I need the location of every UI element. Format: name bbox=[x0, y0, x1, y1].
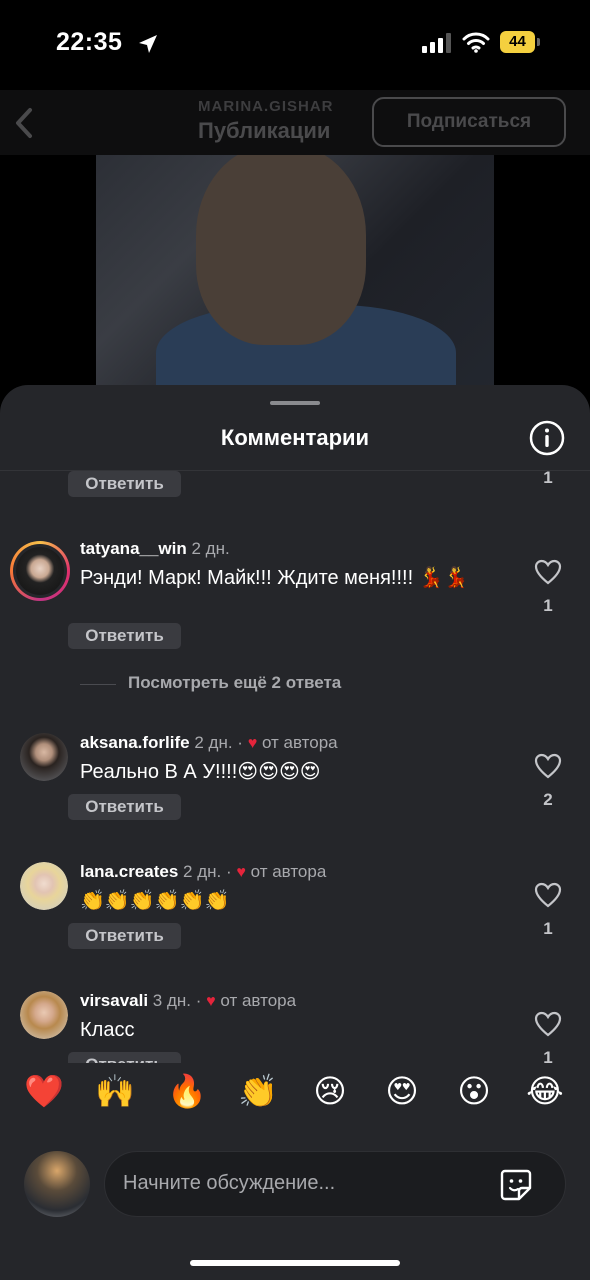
comment-username[interactable]: lana.creates bbox=[80, 862, 178, 881]
battery-level: 44 bbox=[500, 31, 535, 53]
emoji-raised-hands[interactable]: 🙌 bbox=[95, 1069, 135, 1113]
comment-input[interactable]: Начните обсуждение... bbox=[104, 1151, 566, 1217]
emoji-heart-eyes[interactable]: 😍 bbox=[382, 1069, 422, 1113]
emoji-surprised[interactable]: 😮 bbox=[454, 1069, 494, 1113]
author-heart-icon: ♥ bbox=[247, 735, 258, 752]
comments-sheet: Комментарии Ответить 1 tatyana__win 2 дн… bbox=[0, 385, 590, 1280]
reply-button[interactable]: Ответить bbox=[68, 923, 181, 949]
comment-username[interactable]: aksana.forlife bbox=[80, 733, 190, 752]
location-arrow-icon bbox=[139, 35, 157, 53]
reply-button[interactable]: Ответить bbox=[68, 471, 181, 497]
avatar[interactable] bbox=[20, 991, 68, 1039]
avatar[interactable] bbox=[20, 862, 68, 910]
meta-separator: · bbox=[237, 733, 243, 752]
emoji-fire[interactable]: 🔥 bbox=[167, 1069, 207, 1113]
like-heart-icon[interactable] bbox=[534, 753, 562, 779]
reply-button[interactable]: Ответить bbox=[68, 623, 181, 649]
comment-meta: lana.creates 2 дн. · ♥ от автора bbox=[80, 862, 326, 882]
meta-separator: · bbox=[225, 862, 232, 881]
home-indicator[interactable] bbox=[190, 1260, 400, 1266]
comment-text: 👏👏👏👏👏👏 bbox=[80, 890, 230, 912]
author-liked-label: от автора bbox=[250, 862, 327, 881]
like-count: 1 bbox=[543, 919, 553, 938]
emoji-quick-bar: ❤️ 🙌 🔥 👏 😢 😍 😮 😂 bbox=[0, 1063, 590, 1119]
header-username: MARINA.GISHAR bbox=[198, 98, 334, 115]
comment-input-placeholder: Начните обсуждение... bbox=[123, 1172, 336, 1194]
sheet-title: Комментарии bbox=[220, 425, 370, 450]
reply-button[interactable]: Ответить bbox=[68, 794, 181, 820]
avatar[interactable] bbox=[20, 733, 68, 781]
comment-time: 2 дн. bbox=[183, 862, 222, 881]
comment-text: Рэнди! Марк! Майк!!! Ждите меня!!!! 💃💃 bbox=[80, 567, 469, 589]
author-heart-icon: ♥ bbox=[206, 993, 216, 1010]
comment-time: 2 дн. bbox=[194, 733, 233, 752]
like-heart-icon[interactable] bbox=[534, 1011, 562, 1037]
header-title: Публикации bbox=[198, 118, 331, 143]
author-heart-icon: ♥ bbox=[236, 864, 246, 881]
profile-header: MARINA.GISHAR Публикации Подписаться bbox=[0, 90, 590, 155]
subscribe-button[interactable]: Подписаться bbox=[372, 97, 566, 147]
emoji-joy[interactable]: 😂 bbox=[525, 1069, 565, 1113]
comment-time: 3 дн. bbox=[152, 991, 192, 1010]
meta-separator: · bbox=[195, 991, 202, 1010]
like-count: 1 bbox=[543, 1048, 553, 1063]
like-count: 1 bbox=[543, 596, 553, 615]
comment-text: Класс bbox=[80, 1019, 135, 1041]
emoji-clap[interactable]: 👏 bbox=[238, 1069, 278, 1113]
sheet-grab-handle[interactable] bbox=[270, 401, 320, 405]
current-user-avatar bbox=[24, 1151, 90, 1217]
sticker-icon[interactable] bbox=[499, 1168, 533, 1202]
author-liked-label: от автора bbox=[220, 991, 297, 1010]
reply-button[interactable]: Ответить bbox=[68, 1052, 181, 1063]
like-count: 2 bbox=[543, 790, 553, 809]
info-icon[interactable] bbox=[528, 419, 566, 457]
cellular-signal-icon bbox=[422, 33, 451, 53]
comments-list[interactable]: Ответить 1 tatyana__win 2 дн. Рэнди! Мар… bbox=[0, 471, 590, 1063]
emoji-heart[interactable]: ❤️ bbox=[24, 1069, 64, 1113]
view-more-line bbox=[80, 684, 116, 685]
author-liked-label: от автора bbox=[261, 733, 338, 752]
comment-meta: aksana.forlife 2 дн. · ♥ от автора bbox=[80, 733, 338, 753]
post-photo bbox=[96, 155, 494, 395]
comment-username[interactable]: virsavali bbox=[80, 991, 148, 1010]
comment-meta: virsavali 3 дн. · ♥ от автора bbox=[80, 991, 296, 1011]
like-count: 1 bbox=[543, 471, 553, 487]
comment-text: Реально В А У!!!!😍😍😍😍 bbox=[80, 761, 321, 783]
back-chevron-icon[interactable] bbox=[10, 106, 38, 140]
like-heart-icon[interactable] bbox=[534, 559, 562, 585]
like-heart-icon[interactable] bbox=[534, 882, 562, 908]
status-bar: 22:35 44 bbox=[0, 0, 590, 90]
emoji-cry[interactable]: 😢 bbox=[310, 1069, 350, 1113]
comment-meta: tatyana__win 2 дн. bbox=[80, 539, 230, 559]
view-more-replies[interactable]: Посмотреть ещё 2 ответа bbox=[128, 673, 341, 693]
avatar[interactable] bbox=[10, 541, 70, 601]
battery-icon: 44 bbox=[500, 31, 540, 55]
status-time: 22:35 bbox=[56, 28, 123, 56]
wifi-icon bbox=[462, 32, 490, 53]
comment-time: 2 дн. bbox=[191, 539, 230, 558]
comment-username[interactable]: tatyana__win bbox=[80, 539, 187, 558]
